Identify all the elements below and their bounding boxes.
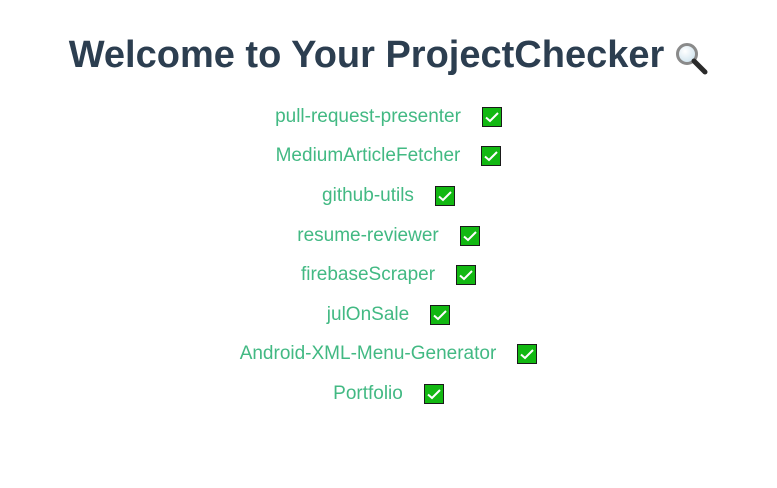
project-link[interactable]: Portfolio xyxy=(333,382,403,406)
project-item: firebaseScraper xyxy=(0,255,777,295)
project-link[interactable]: resume-reviewer xyxy=(297,224,438,248)
project-item: github-utils xyxy=(0,176,777,216)
check-mark-icon xyxy=(456,265,477,286)
project-link[interactable]: firebaseScraper xyxy=(301,263,435,287)
check-mark-icon xyxy=(481,106,502,127)
project-list: pull-request-presenter MediumArticleFetc… xyxy=(0,97,777,414)
project-item: Portfolio xyxy=(0,374,777,414)
app-container: Welcome to Your ProjectChecker pull-requ… xyxy=(0,0,777,488)
check-mark-icon xyxy=(434,185,455,206)
magnifying-glass-icon xyxy=(674,38,708,75)
project-link[interactable]: MediumArticleFetcher xyxy=(276,144,461,168)
project-item: Android-XML-Menu-Generator xyxy=(0,335,777,375)
page-title-text: Welcome to Your ProjectChecker xyxy=(68,34,665,76)
check-mark-icon xyxy=(423,383,444,404)
page-title: Welcome to Your ProjectChecker xyxy=(69,30,709,80)
project-link[interactable]: julOnSale xyxy=(327,303,409,327)
check-mark-icon xyxy=(481,146,502,167)
check-mark-icon xyxy=(430,304,451,325)
project-link[interactable]: pull-request-presenter xyxy=(275,105,461,129)
check-mark-icon xyxy=(517,344,538,365)
project-item: julOnSale xyxy=(0,295,777,335)
project-item: resume-reviewer xyxy=(0,216,777,256)
project-link[interactable]: github-utils xyxy=(322,184,414,208)
project-item: pull-request-presenter xyxy=(0,97,777,137)
project-item: MediumArticleFetcher xyxy=(0,137,777,177)
project-link[interactable]: Android-XML-Menu-Generator xyxy=(240,342,497,366)
check-mark-icon xyxy=(459,225,480,246)
